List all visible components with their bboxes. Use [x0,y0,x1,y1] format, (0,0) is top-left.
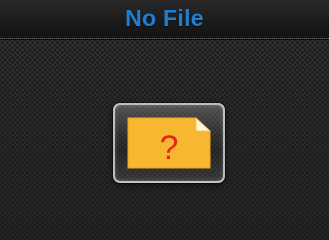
question-mark-glyph: ? [160,129,179,167]
page-title: No File [125,4,204,31]
title-bar: No File [0,0,329,39]
unknown-file-icon: ? [127,117,212,169]
device-screen: No File ? [0,0,329,240]
status-icon-frame: ? [113,103,225,183]
